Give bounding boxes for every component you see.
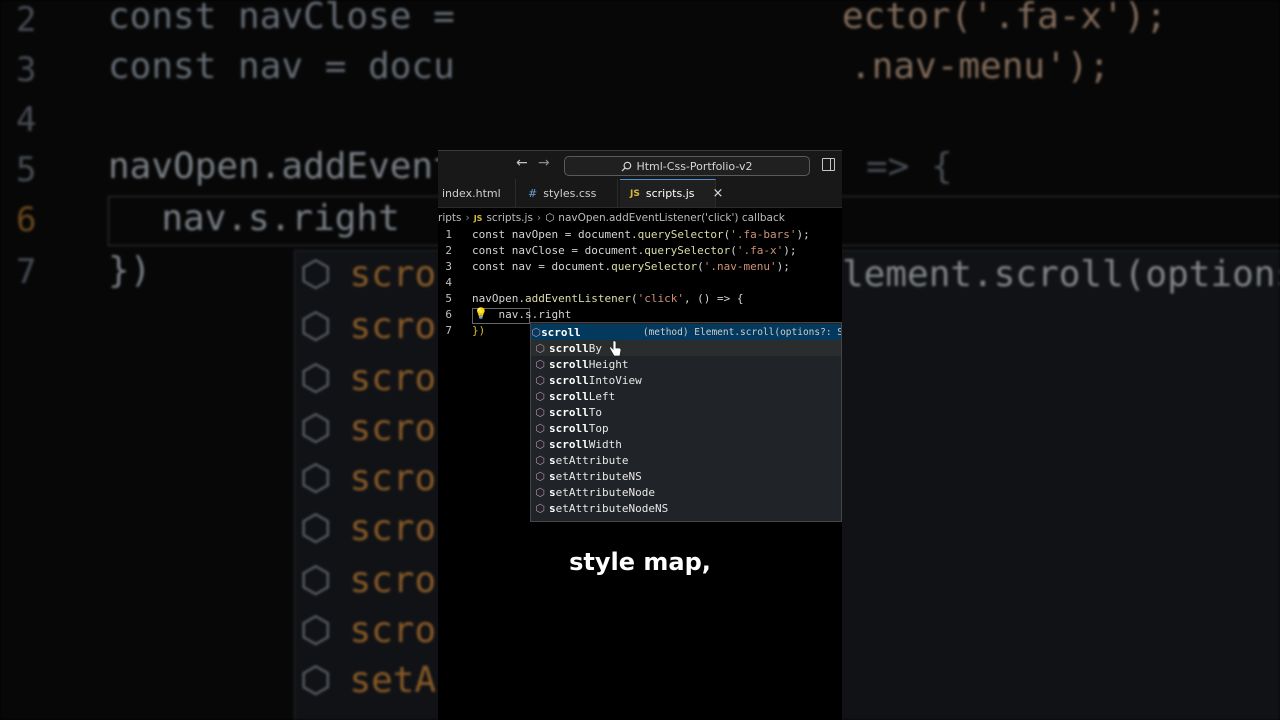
- search-icon: [621, 161, 632, 172]
- tab-scripts-js[interactable]: JS scripts.js ×: [620, 179, 723, 207]
- suggestion-item[interactable]: ⬡ s etAttributeNodeNS: [531, 500, 841, 516]
- js-file-icon: JS: [473, 213, 483, 223]
- suggestion-detail: (method) Element.scroll(options?: S: [642, 326, 842, 338]
- js-file-icon: JS: [630, 188, 640, 199]
- search-text: Html-Css-Portfolio-v2: [636, 159, 753, 173]
- method-cube-icon: ⬡: [535, 341, 545, 355]
- method-cube-icon: ⬡: [535, 501, 545, 515]
- tab-label: index.html: [442, 186, 501, 200]
- chevron-right-icon: ›: [536, 212, 542, 224]
- suggestion-item[interactable]: ⬡ scroll Width: [531, 436, 841, 452]
- method-cube-icon: ⬡: [535, 469, 545, 483]
- breadcrumb-symbol[interactable]: navOpen.addEventListener('click') callba…: [558, 212, 785, 224]
- line-number: 5: [445, 292, 452, 305]
- method-cube-icon: ⬡: [535, 373, 545, 387]
- code-line: navOpen.addEventListener('click', () => …: [472, 292, 744, 305]
- suggestion-item[interactable]: ⬡ scroll To: [531, 404, 841, 420]
- breadcrumb-folder[interactable]: ripts: [438, 212, 462, 224]
- method-cube-icon: ⬡: [545, 212, 555, 224]
- method-cube-icon: ⬡: [535, 453, 545, 467]
- code-line: const navOpen = document.querySelector('…: [472, 228, 810, 241]
- suggestion-item[interactable]: ⬡ scroll IntoView: [531, 372, 841, 388]
- code-line: const navClose = document.querySelector(…: [472, 244, 797, 257]
- line-number: 6: [445, 308, 452, 321]
- suggestion-item[interactable]: ⬡ scroll Height: [531, 356, 841, 372]
- method-cube-icon: ⬡: [535, 405, 545, 419]
- hand-pointer-icon: [609, 340, 622, 357]
- code-line: const nav = document.querySelector('.nav…: [472, 260, 790, 273]
- close-icon[interactable]: ×: [713, 186, 724, 201]
- method-cube-icon: ⬡: [535, 485, 545, 499]
- arrow-left-icon[interactable]: ←: [516, 155, 528, 171]
- code-line-cursor: nav.s.right: [472, 308, 572, 321]
- tabs-divider: [438, 207, 842, 208]
- vscode-window: ← → Html-Css-Portfolio-v2 index.html # s…: [438, 150, 842, 720]
- panel-layout-icon[interactable]: [822, 158, 835, 171]
- tab-label: scripts.js: [645, 187, 695, 200]
- tab-label: styles.css: [543, 186, 597, 200]
- method-cube-icon: ⬡: [535, 421, 545, 435]
- breadcrumb: ripts › JS scripts.js › ⬡ navOpen.addEve…: [438, 210, 842, 226]
- breadcrumb-file[interactable]: scripts.js: [486, 212, 532, 224]
- tab-styles-css[interactable]: # styles.css: [516, 179, 618, 207]
- suggestion-item[interactable]: ⬡ s etAttributeNode: [531, 484, 841, 500]
- line-number: 3: [445, 260, 452, 273]
- video-caption: style map,: [569, 548, 711, 576]
- suggestion-item[interactable]: ⬡ s etAttributeNS: [531, 468, 841, 484]
- method-cube-icon: ⬡: [535, 437, 545, 451]
- method-cube-icon: ⬡: [531, 325, 541, 339]
- command-center-search[interactable]: Html-Css-Portfolio-v2: [564, 156, 810, 176]
- line-number: 7: [445, 324, 452, 337]
- suggestion-item[interactable]: ⬡ scroll (method) Element.scroll(options…: [531, 324, 842, 340]
- line-number: 4: [445, 276, 452, 289]
- line-number: 2: [445, 244, 452, 257]
- tab-index-html[interactable]: index.html: [438, 179, 516, 207]
- line-number: 1: [445, 228, 452, 241]
- code-line: }): [472, 324, 486, 337]
- suggestion-item[interactable]: ⬡ scroll Top: [531, 420, 841, 436]
- editor-tabs: index.html # styles.css JS scripts.js ×: [438, 179, 842, 207]
- suggestion-item[interactable]: ⬡ scroll By: [531, 340, 841, 356]
- css-file-icon: #: [528, 186, 538, 200]
- chevron-right-icon: ›: [465, 212, 470, 224]
- autocomplete-suggest-widget: ⬡ scroll (method) Element.scroll(options…: [530, 322, 842, 522]
- suggestion-item[interactable]: ⬡ scroll Left: [531, 388, 841, 404]
- title-bar: ← → Html-Css-Portfolio-v2: [438, 150, 842, 179]
- arrow-right-icon[interactable]: →: [538, 155, 550, 171]
- method-cube-icon: ⬡: [535, 357, 545, 371]
- method-cube-icon: ⬡: [535, 389, 545, 403]
- suggestion-item[interactable]: ⬡ s etAttribute: [531, 452, 841, 468]
